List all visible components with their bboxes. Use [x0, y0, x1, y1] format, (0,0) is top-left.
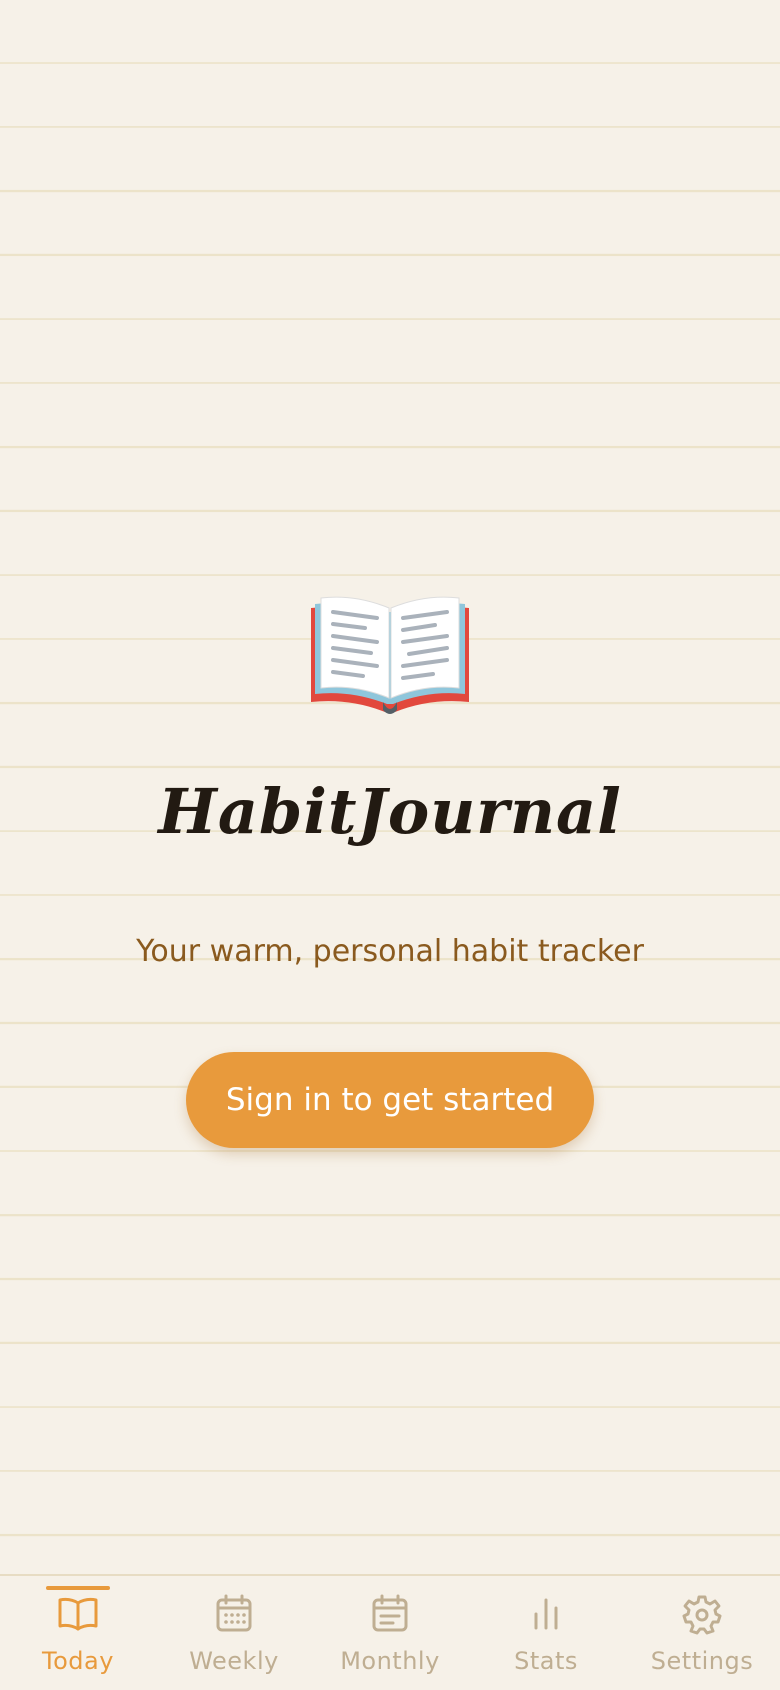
calendar-list-icon — [372, 1594, 408, 1632]
tab-label-today: Today — [42, 1647, 114, 1675]
app-title: HabitJournal — [158, 775, 622, 848]
tab-settings[interactable]: Settings — [624, 1576, 780, 1690]
tab-label-stats: Stats — [514, 1647, 578, 1675]
app-tagline: Your warm, personal habit tracker — [136, 933, 644, 969]
tab-label-monthly: Monthly — [340, 1647, 440, 1675]
bottom-tab-bar: Today Weekly Monthly Stats Settings — [0, 1574, 780, 1690]
sign-in-button[interactable]: Sign in to get started — [186, 1051, 594, 1148]
tab-label-weekly: Weekly — [189, 1647, 279, 1675]
active-tab-indicator — [46, 1586, 110, 1590]
welcome-screen: HabitJournal Your warm, personal habit t… — [0, 590, 780, 1148]
tab-monthly[interactable]: Monthly — [312, 1576, 468, 1690]
calendar-grid-icon — [216, 1594, 252, 1632]
tab-stats[interactable]: Stats — [468, 1576, 624, 1690]
tab-today[interactable]: Today — [0, 1576, 156, 1690]
open-book-icon — [58, 1597, 98, 1631]
gear-icon — [682, 1595, 722, 1635]
open-book-icon — [311, 596, 469, 714]
tab-weekly[interactable]: Weekly — [156, 1576, 312, 1690]
tab-label-settings: Settings — [650, 1647, 754, 1675]
bar-chart-icon — [534, 1598, 558, 1630]
